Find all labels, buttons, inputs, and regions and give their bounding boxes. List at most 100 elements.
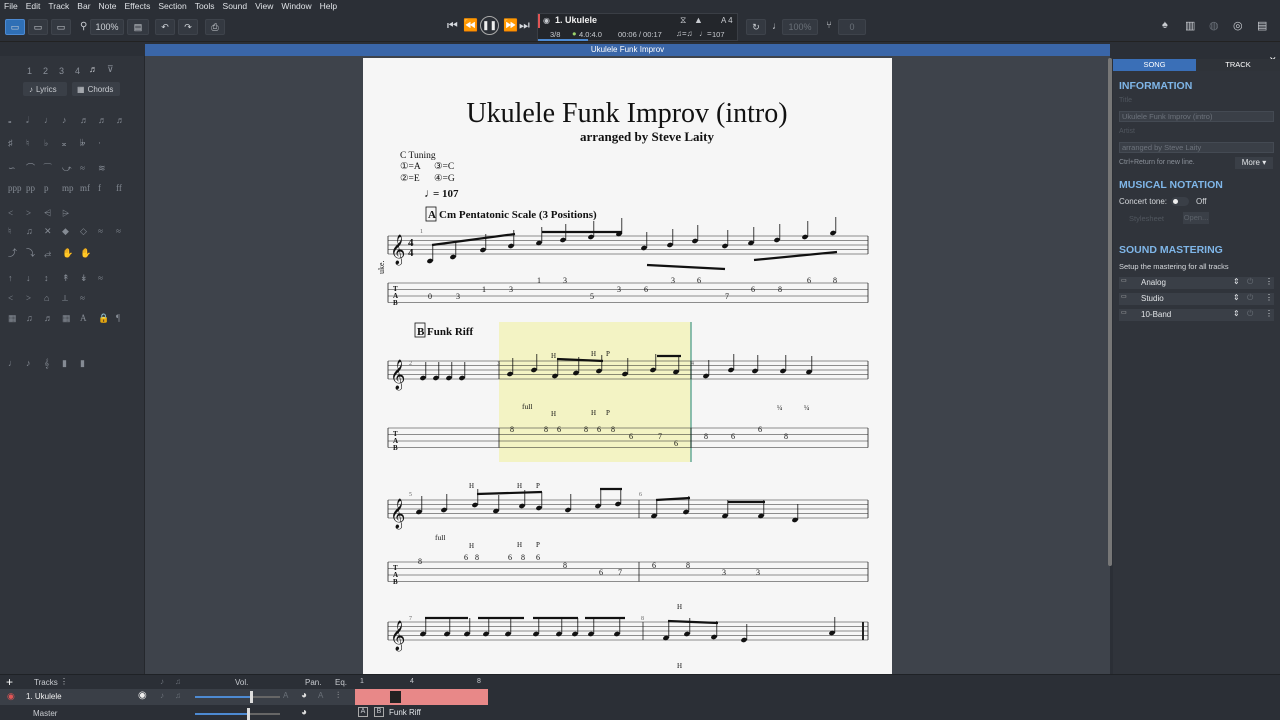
loop-button[interactable]: ↻ [746,19,766,35]
section-marker-b[interactable]: B [374,707,384,717]
bypass-icon[interactable]: ⏻ [1247,293,1253,303]
menu-section[interactable]: Section [158,1,186,11]
title-input[interactable]: Ukulele Funk Improv (intro) [1119,111,1274,122]
preset-chevron-icon[interactable]: ⇕ [1233,293,1240,302]
menu-help[interactable]: Help [320,1,337,11]
first-bar-icon[interactable]: ⏮ [447,18,458,33]
system-1-notes[interactable] [426,217,838,271]
solo-icon[interactable]: ♫ [175,691,181,700]
forward-icon[interactable]: ⏩ [503,18,518,32]
metronome-icon[interactable]: ⧖ [680,15,686,26]
track-row-ukulele[interactable]: ◉ 1. Ukulele ◉ ♪ ♫ A ◕ A ⫶ [0,689,355,705]
menu-sound[interactable]: Sound [223,1,248,11]
mute-icon[interactable]: ♪ [160,691,164,700]
menu-note[interactable]: Note [99,1,117,11]
menu-edit[interactable]: Edit [26,1,41,11]
artist-input[interactable]: arranged by Steve Laity [1119,142,1274,153]
tab-song[interactable]: SONG [1113,59,1196,71]
master-pan-knob[interactable]: ◕ [301,707,307,718]
volume-handle[interactable] [250,691,253,703]
system-4-notes[interactable] [419,616,836,643]
tab-fret-number: 8 [686,561,690,570]
voice-2-button[interactable]: 2 [43,66,48,76]
track-name[interactable]: 1. Ukulele [26,692,62,701]
track-row-master[interactable]: Master ◕ [0,705,355,720]
headphones-icon[interactable]: ♫ [175,677,181,686]
drum-icon[interactable]: ◍ [1209,19,1219,32]
automation-icon[interactable]: A [318,691,323,700]
more-button[interactable]: More ▾ [1235,157,1273,169]
track-timeline-ukulele[interactable] [355,689,488,705]
horizontal-view-button[interactable]: ▭ [28,19,48,35]
palette-symbol: ▮ [80,358,85,368]
eq-icon[interactable]: ⫶ [337,690,339,701]
more-options-icon[interactable]: ⋮ [1265,293,1273,302]
more-options-icon[interactable]: ⋮ [1265,309,1273,318]
mastering-row-analog[interactable]: ▭ Analog ⇕ ⏻ ⋮ [1119,277,1274,289]
mastering-row-studio[interactable]: ▭ Studio ⇕ ⏻ ⋮ [1119,293,1274,305]
score-subtitle[interactable]: arranged by Steve Laity [580,129,714,144]
bar-number-7: 7 [409,616,412,622]
add-track-icon[interactable]: + [6,675,13,689]
voice-edit-icon[interactable]: ♬ [89,64,98,74]
keyboard-icon[interactable]: ▥ [1185,19,1195,32]
preset-chevron-icon[interactable]: ⇕ [1233,277,1240,286]
tuning-string-4: ④=G [434,173,455,184]
bypass-icon[interactable]: ⏻ [1247,309,1253,319]
more-options-icon[interactable]: ⋮ [1265,277,1273,286]
concert-tone-toggle[interactable] [1171,197,1189,206]
pitch-select[interactable]: 0 [838,19,866,35]
last-bar-icon[interactable]: ⏭ [519,18,530,33]
speed-select[interactable]: 100% [782,19,818,35]
automation-icon[interactable]: A [283,691,288,700]
menu-tools[interactable]: Tools [195,1,215,11]
section-a-name: Cm Pentatonic Scale (3 Positions) [439,209,597,221]
eye-icon[interactable]: ◉ [138,690,147,701]
chords-button[interactable]: ▦ Chords [72,82,120,96]
preset-chevron-icon[interactable]: ⇕ [1233,309,1240,318]
tracks-menu-icon[interactable]: ⋮ [60,677,68,686]
menu-window[interactable]: Window [281,1,311,11]
voice-3-button[interactable]: 3 [59,66,64,76]
panel-icon[interactable]: ▤ [1257,19,1267,32]
master-volume-handle[interactable] [247,708,250,720]
menu-view[interactable]: View [255,1,273,11]
voice-filter-icon[interactable]: ⊽ [107,64,114,75]
mastering-row-10-band[interactable]: ▭ 10-Band ⇕ ⏻ ⋮ [1119,309,1274,321]
score-scrollbar[interactable] [1108,58,1112,566]
system-1[interactable]: uke. 𝄞 4 4 1 T A B 0 31 31 353 63 676 86 8 [377,217,869,307]
undo-button[interactable]: ↶ [155,19,175,35]
stylesheet-open-button[interactable]: Open... [1183,212,1209,224]
bypass-icon[interactable]: ⏻ [1247,277,1253,287]
guitar-icon[interactable]: ♠ [1162,19,1168,31]
system-4[interactable]: 𝄞 7 8 H H [387,603,869,670]
section-marker-a[interactable]: A [358,707,368,717]
score-title[interactable]: Ukulele Funk Improv (intro) [466,98,787,129]
menu-effects[interactable]: Effects [125,1,151,11]
system-1-tab-numbers[interactable]: 0 3 1 3 1 3 5 3 6 3 6 7 6 8 6 8 [428,276,837,301]
menu-track[interactable]: Track [48,1,69,11]
menu-bar-item[interactable]: Bar [77,1,90,11]
pan-knob[interactable]: ◕ [301,690,307,701]
lyrics-button[interactable]: ♪ Lyrics [23,82,67,96]
voice-1-button[interactable]: 1 [27,66,32,76]
voice-4-button[interactable]: 4 [75,66,80,76]
lcd-track-name: 1. Ukulele [555,15,598,25]
zoom-select[interactable]: 100% [90,19,124,35]
palette-symbol: ↡ [80,273,88,283]
print-button[interactable]: ⎙ [205,19,225,35]
information-header: INFORMATION [1119,80,1193,92]
menu-file[interactable]: File [4,1,18,11]
layout-select[interactable]: ▤ [127,19,149,35]
quarter-bend-label: ¼ [777,404,782,412]
countin-icon[interactable]: ▲ [694,15,703,25]
tab-track[interactable]: TRACK [1196,59,1280,71]
page-view-button[interactable]: ▭ [5,19,25,35]
rewind-icon[interactable]: ⏪ [463,18,478,32]
pause-button[interactable]: ❚❚ [480,16,499,35]
redo-button[interactable]: ↷ [178,19,198,35]
screen-view-button[interactable]: ▭ [51,19,71,35]
notation-symbol-palette[interactable]: 𝅝 𝅗𝅥 ♩ ♪ ♬ ♬ ♬♯ ♮ ♭ 𝄪 𝄫 ·∽ ⌒ ⁀ ⤻ ≈ ≋ppp pp p mp mf f ff< > ⩤ ⩥♮ ♫ ✕… [0,106,145,426]
tuner-icon[interactable]: ◎ [1233,19,1243,32]
mute-all-icon[interactable]: ♪ [160,677,164,686]
